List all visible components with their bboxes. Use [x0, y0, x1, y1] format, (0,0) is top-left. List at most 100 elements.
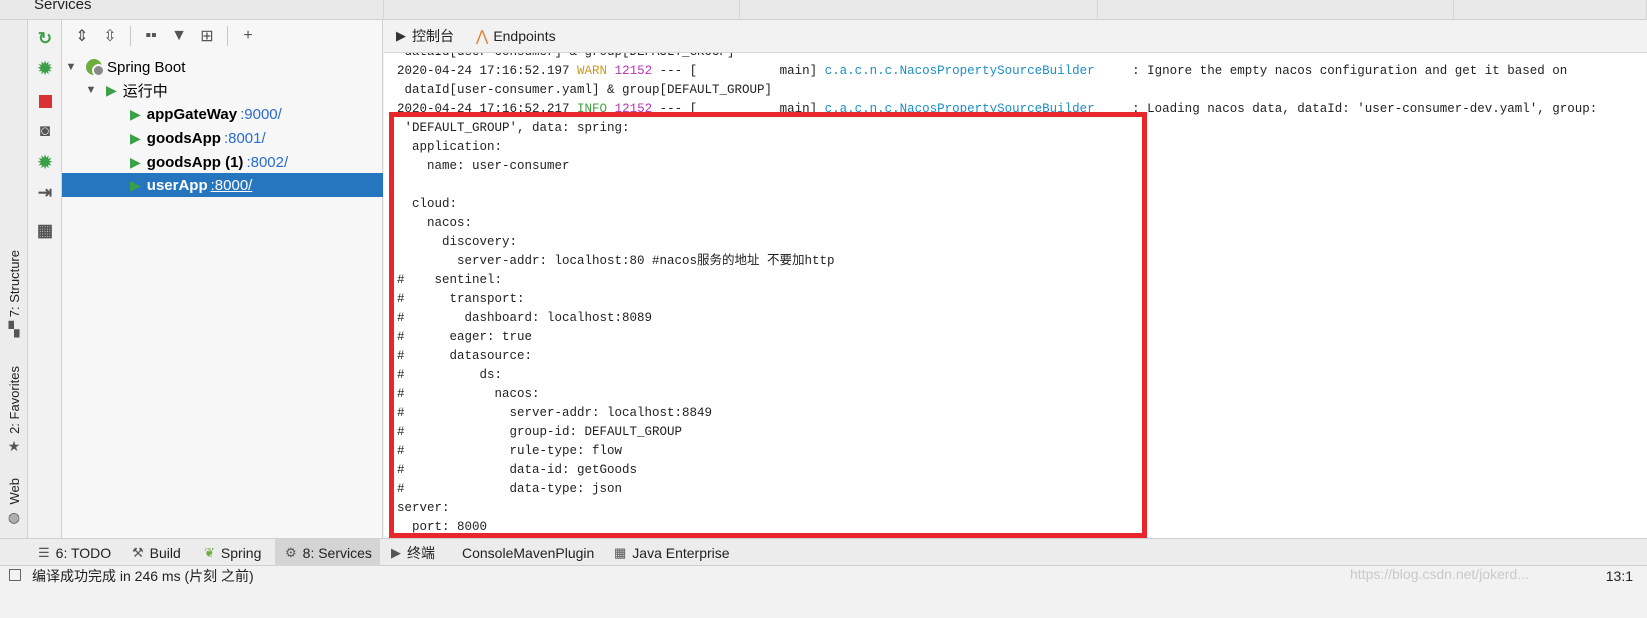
- app-name: userApp: [146, 176, 208, 194]
- rerun-icon[interactable]: ↻: [34, 28, 56, 50]
- log-timestamp: 2020-04-24 17:16:52.197: [397, 64, 570, 78]
- tree-toolbar: ⇕ ⇳ ▪▪ ▼ ⊞ +: [62, 20, 383, 52]
- log-line: # group-id: DEFAULT_GROUP: [397, 425, 683, 439]
- app-port-link[interactable]: :8000/: [211, 177, 253, 194]
- log-line: cloud:: [397, 197, 458, 211]
- tab-build[interactable]: ⚒ Build: [132, 539, 181, 566]
- status-toggle-icon[interactable]: [9, 569, 21, 581]
- log-line: server:: [397, 501, 450, 515]
- log-pid: 12152: [614, 102, 653, 116]
- window-title: Services: [34, 0, 92, 13]
- log-line: # datasource:: [397, 349, 533, 363]
- chevron-down-icon[interactable]: ▼: [64, 61, 78, 73]
- favorites-tab[interactable]: 2: Favorites ★: [4, 366, 24, 455]
- tab-todo[interactable]: ☰ 6: TODO: [38, 539, 111, 566]
- console-tab-bar: ▶ 控制台 ⋀ Endpoints: [384, 20, 1647, 53]
- toolbar-divider: [130, 26, 131, 46]
- tab-spring[interactable]: ❦ Spring: [204, 539, 261, 566]
- filter-icon[interactable]: ▼: [165, 24, 193, 48]
- log-message: : Ignore the empty nacos configuration a…: [1094, 64, 1568, 78]
- tree-node-app[interactable]: ▶ goodsApp :8001/: [62, 126, 383, 150]
- tab-terminal-label: 终端: [407, 544, 435, 561]
- tree-node-spring-boot[interactable]: ▼ Spring Boot: [62, 55, 383, 79]
- tree-node-app[interactable]: ▶ goodsApp (1) :8002/: [62, 150, 383, 174]
- services-icon: ⚙: [285, 544, 297, 560]
- console-output[interactable]: dataId[user-consumer] & group[DEFAULT_GR…: [397, 53, 1647, 538]
- log-timestamp: 2020-04-24 17:16:52.217: [397, 102, 570, 116]
- log-line: 2020-04-24 17:16:52.217 INFO 12152 --- […: [397, 100, 1597, 119]
- log-line: 2020-04-24 17:16:52.197 WARN 12152 --- […: [397, 62, 1567, 81]
- log-line: dataId[user-consumer.yaml] & group[DEFAU…: [397, 83, 773, 97]
- structure-tab-label: 7: Structure: [6, 250, 22, 318]
- debug-attach-icon[interactable]: ✹: [34, 152, 56, 174]
- log-line: server-addr: localhost:80 #nacos服务的地址 不要…: [397, 254, 835, 268]
- import-icon[interactable]: ⇥: [34, 182, 56, 204]
- expand-all-icon[interactable]: ⇕: [68, 24, 96, 48]
- log-thread: --- [ main]: [652, 64, 825, 78]
- star-icon: ★: [7, 437, 21, 454]
- log-line: port: 8000: [397, 520, 488, 534]
- app-name: appGateWay: [146, 105, 238, 123]
- app-port-link[interactable]: :8001/: [224, 130, 266, 147]
- group-icon[interactable]: ▪▪: [137, 24, 165, 48]
- layout-icon[interactable]: ▦: [34, 220, 56, 242]
- tree-node-label: Spring Boot: [107, 58, 186, 76]
- tab-console-maven-plugin[interactable]: ConsoleMavenPlugin: [462, 539, 594, 566]
- web-tab-label: Web: [6, 478, 22, 505]
- chevron-down-icon[interactable]: ▼: [84, 84, 98, 96]
- log-line: # data-id: getGoods: [397, 463, 638, 477]
- log-logger: c.a.c.n.c.NacosPropertySourceBuilder: [824, 102, 1095, 116]
- tree-node-running[interactable]: ▼ ▶ 运行中: [62, 78, 383, 102]
- tree-node-app-selected[interactable]: ▶ userApp :8000/: [62, 173, 383, 197]
- tab-endpoints[interactable]: ⋀ Endpoints: [476, 27, 556, 45]
- terminal-icon: ▶: [391, 544, 401, 560]
- tab-services-label: 8: Services: [302, 544, 372, 561]
- tab-console-maven-plugin-label: ConsoleMavenPlugin: [462, 544, 595, 561]
- run-icon: ▶: [130, 105, 141, 122]
- web-tab[interactable]: Web ◍: [4, 478, 24, 526]
- tab-terminal[interactable]: ▶ 终端: [391, 539, 435, 566]
- caret-position[interactable]: 13:1: [1606, 566, 1633, 586]
- log-level: WARN: [577, 64, 608, 78]
- log-thread: --- [ main]: [652, 102, 825, 116]
- debug-icon[interactable]: ✹: [34, 58, 56, 80]
- endpoints-icon: ⋀: [476, 28, 489, 45]
- collapse-all-icon[interactable]: ⇳: [96, 24, 124, 48]
- globe-icon: ◍: [7, 508, 21, 525]
- app-port-link[interactable]: :8002/: [246, 154, 288, 171]
- watermark-text: https://blog.csdn.net/jokerd...: [1350, 566, 1529, 582]
- log-logger: c.a.c.n.c.NacosPropertySourceBuilder: [824, 64, 1095, 78]
- log-line: nacos:: [397, 216, 473, 230]
- run-icon: ▶: [130, 176, 141, 193]
- log-line: # data-type: json: [397, 482, 623, 496]
- log-line: # eager: true: [397, 330, 533, 344]
- spring-icon: ❦: [204, 544, 215, 560]
- console-panel: ▶ 控制台 ⋀ Endpoints dataId[user-consumer] …: [384, 20, 1647, 538]
- app-name: goodsApp (1): [146, 153, 244, 171]
- toolbar-divider: [227, 26, 228, 46]
- log-line: # server-addr: localhost:8849: [397, 406, 713, 420]
- tab-todo-label: 6: TODO: [55, 544, 112, 561]
- structure-tab[interactable]: 7: Structure ▚: [4, 250, 24, 338]
- run-icon: ▶: [106, 81, 117, 98]
- tab-build-label: Build: [149, 544, 181, 561]
- add-icon[interactable]: +: [234, 24, 262, 48]
- tab-services[interactable]: ⚙ 8: Services: [275, 539, 380, 566]
- stop-icon[interactable]: [34, 90, 56, 112]
- favorites-tab-label: 2: Favorites: [6, 366, 22, 434]
- log-line: # ds:: [397, 368, 503, 382]
- list-icon: ☰: [38, 544, 50, 560]
- camera-icon[interactable]: ◙: [34, 120, 56, 142]
- log-line: application:: [397, 140, 503, 154]
- log-level: INFO: [577, 102, 608, 116]
- tab-console[interactable]: ▶ 控制台: [396, 26, 454, 46]
- new-service-icon[interactable]: ⊞: [193, 24, 221, 48]
- tab-java-enterprise[interactable]: ▦ Java Enterprise: [614, 539, 730, 566]
- status-bar: 编译成功完成 in 246 ms (片刻 之前) https://blog.cs…: [0, 566, 1647, 618]
- ide-window: Services 7: Structure ▚ 2: Favorites ★ W…: [0, 0, 1647, 618]
- spring-boot-icon: [86, 59, 105, 77]
- tab-java-enterprise-label: Java Enterprise: [632, 544, 730, 561]
- services-tree-panel: ⇕ ⇳ ▪▪ ▼ ⊞ + ▼ Spring Boot ▼ ▶ 运行中 ▶ app…: [62, 20, 383, 566]
- app-port-link[interactable]: :9000/: [240, 106, 282, 123]
- tree-node-app[interactable]: ▶ appGateWay :9000/: [62, 102, 383, 126]
